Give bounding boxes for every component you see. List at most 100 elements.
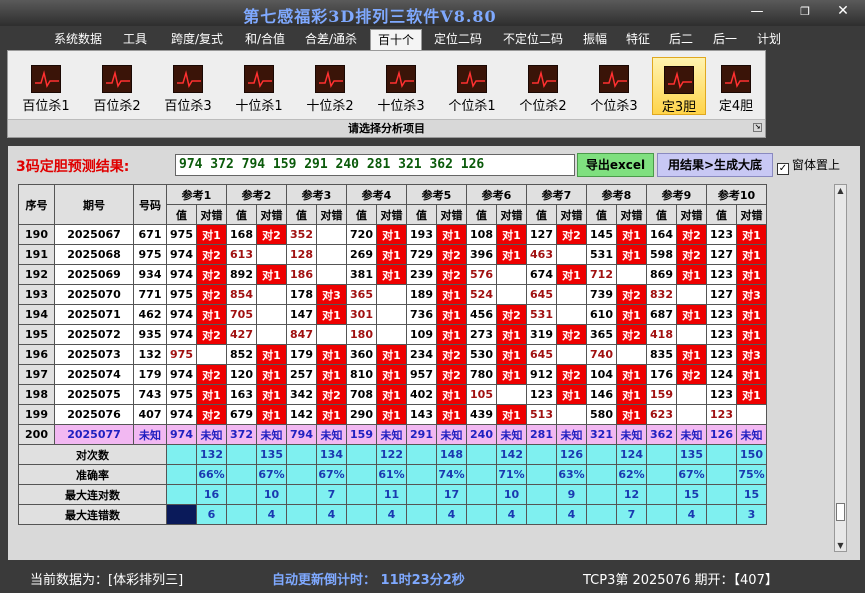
cell-hit [316,224,347,245]
cell-code: 975 [133,244,167,265]
subheader-hit: 对错 [316,204,347,225]
stat-value: 148 [436,444,467,465]
toolbar-button-3[interactable]: 十位杀1 [228,57,290,115]
cell-value: 427 [226,324,257,345]
toolbar-button-8[interactable]: 个位杀3 [583,57,645,115]
stat-value: 4 [436,504,467,525]
cell-value: 120 [226,364,257,385]
ribbon-expand-icon[interactable]: ↘ [753,123,762,132]
stat-value: 142 [496,444,527,465]
menu-item-6[interactable]: 定位二码 [425,29,491,50]
maximize-button[interactable]: ❐ [788,1,822,22]
cell-value: 146 [586,384,617,405]
menu-item-11[interactable]: 后一 [703,29,747,50]
vertical-scrollbar[interactable]: ▲ ▼ [834,184,847,552]
stat-value: 10 [256,484,287,505]
menu-item-8[interactable]: 振幅 [575,29,615,50]
cell-code: 462 [133,304,167,325]
checkbox-box[interactable]: ✓ [777,163,789,175]
menu-item-7[interactable]: 不定位二码 [494,29,572,50]
menu-item-12[interactable]: 计划 [752,29,786,50]
scroll-up-icon[interactable]: ▲ [836,186,845,195]
cell-value: 720 [346,224,377,245]
export-excel-button[interactable]: 导出excel [577,153,654,177]
pin-window-checkbox[interactable]: ✓ 窗体置上 [777,156,840,175]
cell-hit: 对1 [256,404,287,425]
cell-value: 127 [706,244,737,265]
stat-spacer [526,444,557,465]
cell-hit: 对1 [736,384,767,405]
toolbar-button-0[interactable]: 百位杀1 [15,57,77,115]
cell-value: 127 [706,284,737,305]
cell-hit: 对1 [256,384,287,405]
cell-value: 975 [166,384,197,405]
cell-value: 273 [466,324,497,345]
table-row-pending: 200 2025077 未知 974 未知 372 未知 794 未知 159 未知 291 未知 240… [18,424,767,445]
toolbar-button-1[interactable]: 百位杀2 [86,57,148,115]
cell-hit: 对1 [496,404,527,425]
cell-value: 580 [586,404,617,425]
cell-hit [616,264,647,285]
cell-hit: 对2 [256,224,287,245]
menu-item-10[interactable]: 后二 [662,29,700,50]
toolbar-button-2[interactable]: 百位杀3 [157,57,219,115]
cell-hit: 对1 [556,264,587,285]
stat-value: 124 [616,444,647,465]
stat-spacer [406,484,437,505]
stat-spacer [586,484,617,505]
toolbar-ribbon: 请选择分析项目 ↘ 百位杀1 百位杀2 百位杀3 十位杀1 十位杀2 十位杀3 个位杀1 个位… [7,50,766,138]
cell-hit: 对1 [736,264,767,285]
cell-hit: 对1 [436,384,467,405]
menu-item-3[interactable]: 和/合值 [236,29,294,50]
cell-value: 372 [226,424,257,445]
cell-value: 123 [706,344,737,365]
stat-value: 134 [316,444,347,465]
cell-code: 934 [133,264,167,285]
toolbar-button-label: 定3胆 [661,100,697,115]
stat-value: 61% [376,464,407,485]
chart-icon [721,65,751,93]
stat-value: 4 [676,504,707,525]
cell-value: 362 [646,424,677,445]
menu-item-5[interactable]: 百十个 [370,29,422,50]
stat-spacer [226,444,257,465]
cell-seq: 190 [18,224,55,245]
toolbar-button-6[interactable]: 个位杀1 [441,57,503,115]
cell-value: 124 [706,364,737,385]
toolbar-button-9[interactable]: 定3胆 [652,57,706,115]
stat-value: 7 [616,504,647,525]
cell-value: 143 [406,404,437,425]
stat-spacer [346,464,377,485]
menu-item-1[interactable]: 工具 [113,29,157,50]
cell-hit [256,324,287,345]
minimize-button[interactable]: — [740,1,774,22]
toolbar-button-7[interactable]: 个位杀2 [512,57,574,115]
header-ref-4: 参考4 [346,184,407,205]
scroll-down-icon[interactable]: ▼ [836,541,845,550]
cell-hit [676,324,707,345]
menu-item-0[interactable]: 系统数据 [44,29,112,50]
cell-hit: 对2 [676,364,707,385]
toolbar-button-5[interactable]: 十位杀3 [370,57,432,115]
header-ref-7: 参考7 [526,184,587,205]
cell-value: 687 [646,304,677,325]
toolbar-button-10[interactable]: 定4胆 [709,57,763,115]
scrollbar-thumb[interactable] [836,503,845,521]
cell-value: 193 [406,224,437,245]
window-title: 第七感福彩3D排列三软件V8.80 [243,7,497,26]
cell-hit [556,244,587,265]
cell-hit [316,324,347,345]
stat-spacer [466,444,497,465]
toolbar-button-4[interactable]: 十位杀2 [299,57,361,115]
subheader-hit: 对错 [616,204,647,225]
menu-item-4[interactable]: 合差/通杀 [296,29,366,50]
menu-item-9[interactable]: 特征 [618,29,658,50]
cell-hit: 对1 [196,224,227,245]
stat-spacer [706,464,737,485]
menu-item-2[interactable]: 跨度/复式 [160,29,234,50]
close-button[interactable]: ✕ [823,1,863,22]
cell-period: 2025070 [54,284,134,305]
prediction-result-field[interactable]: 974 372 794 159 291 240 281 321 362 126 [175,154,575,176]
cell-value: 613 [226,244,257,265]
generate-base-button[interactable]: 用结果>生成大底 [657,153,773,177]
